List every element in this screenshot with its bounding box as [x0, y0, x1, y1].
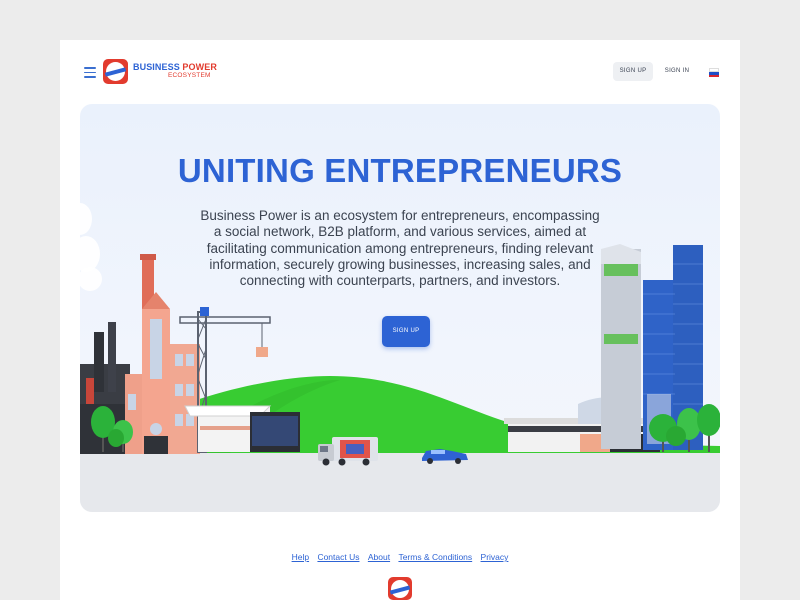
- footer-link-terms[interactable]: Terms & Conditions: [398, 552, 472, 562]
- page-card: BUSINESS POWER ECOSYSTEM SIGN UP SIGN IN: [60, 40, 740, 600]
- russia-flag-icon[interactable]: [709, 68, 719, 77]
- hero-description: Business Power is an ecosystem for entre…: [200, 208, 600, 289]
- hero-banner: UNITING ENTREPRENEURS Business Power is …: [80, 104, 720, 512]
- footer-logo-icon[interactable]: [388, 577, 412, 600]
- signup-button[interactable]: SIGN UP: [613, 62, 653, 81]
- footer-link-help[interactable]: Help: [292, 552, 309, 562]
- footer-link-about[interactable]: About: [368, 552, 390, 562]
- menu-icon[interactable]: [84, 67, 96, 78]
- footer-link-privacy[interactable]: Privacy: [481, 552, 509, 562]
- footer-links: Help Contact Us About Terms & Conditions…: [60, 552, 740, 562]
- hero-title: UNITING ENTREPRENEURS: [177, 152, 623, 189]
- logo[interactable]: BUSINESS POWER ECOSYSTEM: [103, 59, 217, 84]
- logo-handshake-icon: [103, 59, 128, 84]
- signin-button[interactable]: SIGN IN: [663, 62, 691, 81]
- footer-link-contact[interactable]: Contact Us: [317, 552, 359, 562]
- logo-subtitle: ECOSYSTEM: [168, 72, 211, 80]
- logo-title: BUSINESS POWER: [133, 62, 217, 73]
- hero-signup-button[interactable]: SIGN UP: [382, 316, 430, 347]
